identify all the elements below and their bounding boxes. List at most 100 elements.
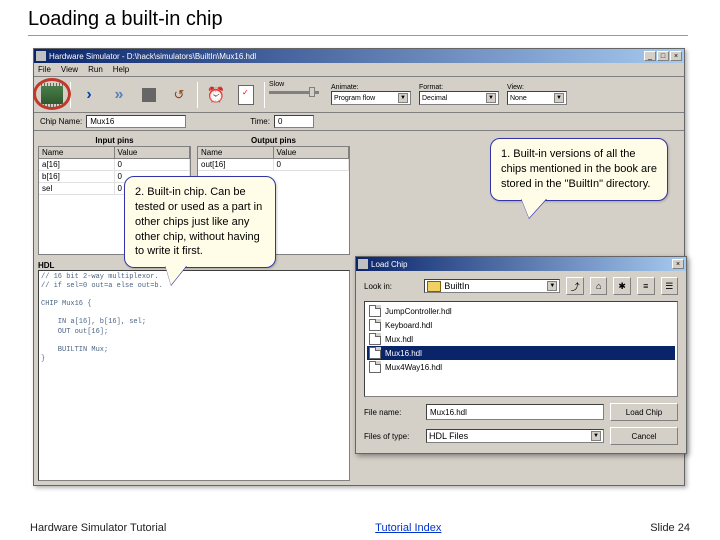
list-item[interactable]: Mux.hdl xyxy=(367,332,675,346)
callout-2: 2. Built-in chip. Can be tested or used … xyxy=(124,176,276,268)
file-icon xyxy=(369,305,381,317)
animate-label: Animate: xyxy=(331,84,411,91)
footer-left: Hardware Simulator Tutorial xyxy=(30,522,166,534)
list-item[interactable]: JumpController.hdl xyxy=(367,304,675,318)
filename-label: File name: xyxy=(364,408,420,417)
pin-name: a[16] xyxy=(39,159,115,170)
load-chip-confirm-button[interactable]: Load Chip xyxy=(610,403,678,421)
single-step-button[interactable]: › xyxy=(75,81,103,109)
stop-button[interactable] xyxy=(135,81,163,109)
view-combo[interactable]: None▼ xyxy=(507,91,567,105)
filetype-combo[interactable]: HDL Files▼ xyxy=(426,429,604,443)
chevron-icon: › xyxy=(80,87,98,103)
minimize-button[interactable]: _ xyxy=(644,51,656,61)
input-pins-header: Input pins xyxy=(38,135,191,146)
chevron-down-icon: ▼ xyxy=(486,93,496,103)
pin-value: 0 xyxy=(274,159,350,170)
chevron-down-icon: ▼ xyxy=(398,93,408,103)
filename-input[interactable]: Mux16.hdl xyxy=(426,404,604,420)
hdl-section: HDL // 16 bit 2-way multiplexor. // if s… xyxy=(38,261,350,481)
toolbar-sep xyxy=(197,82,198,108)
menu-run[interactable]: Run xyxy=(88,65,103,74)
animate-value: Program flow xyxy=(334,95,375,102)
lookin-label: Look in: xyxy=(364,282,418,291)
file-name: Mux.hdl xyxy=(385,335,413,344)
new-folder-button[interactable]: ✱ xyxy=(613,277,631,295)
toolbar-sep xyxy=(264,82,265,108)
file-name: Keyboard.hdl xyxy=(385,321,432,330)
load-chip-dialog: Load Chip × Look in: BuiltIn ▼ ⤴ ⌂ ✱ ≡ ☰… xyxy=(355,256,687,454)
filename-value: Mux16.hdl xyxy=(430,408,467,417)
view-group: View: None▼ xyxy=(507,84,567,105)
tick-button[interactable]: ⏰ xyxy=(202,81,230,109)
title-underline xyxy=(28,35,688,36)
stop-icon xyxy=(142,88,156,102)
dialog-close-button[interactable]: × xyxy=(672,259,684,269)
filename-row: File name: Mux16.hdl Load Chip xyxy=(364,403,678,421)
output-pins-header: Output pins xyxy=(197,135,350,146)
name-col: Name xyxy=(39,147,115,158)
lookin-combo[interactable]: BuiltIn ▼ xyxy=(424,279,560,293)
file-list[interactable]: JumpController.hdl Keyboard.hdl Mux.hdl … xyxy=(364,301,678,397)
folder-icon xyxy=(427,281,441,292)
pin-name: sel xyxy=(39,183,115,194)
time-value: 0 xyxy=(278,117,282,126)
clock-icon: ⏰ xyxy=(206,85,226,105)
load-chip-button[interactable] xyxy=(38,81,66,109)
menu-view[interactable]: View xyxy=(61,65,78,74)
up-folder-button[interactable]: ⤴ xyxy=(566,277,584,295)
view-value: None xyxy=(510,95,527,102)
pins-thead: Name Value xyxy=(198,147,349,159)
cancel-button[interactable]: Cancel xyxy=(610,427,678,445)
menubar: File View Run Help xyxy=(34,63,684,77)
file-name: Mux4Way16.hdl xyxy=(385,363,442,372)
format-combo[interactable]: Decimal ▼ xyxy=(419,91,499,105)
format-value: Decimal xyxy=(422,95,447,102)
menu-file[interactable]: File xyxy=(38,65,51,74)
callout-1: 1. Built-in versions of all the chips me… xyxy=(490,138,668,201)
close-button[interactable]: × xyxy=(670,51,682,61)
tutorial-index-link[interactable]: Tutorial Index xyxy=(375,522,441,534)
list-item[interactable]: Mux4Way16.hdl xyxy=(367,360,675,374)
speed-slider-box: Slow xyxy=(269,81,329,109)
run-button[interactable]: » xyxy=(105,81,133,109)
dialog-icon xyxy=(358,259,368,269)
lookin-value: BuiltIn xyxy=(444,281,469,291)
list-view-button[interactable]: ≡ xyxy=(637,277,655,295)
chip-name-field: Mux16 xyxy=(86,115,186,128)
pins-thead: Name Value xyxy=(39,147,190,159)
chevron-down-icon: ▼ xyxy=(591,431,601,441)
value-col: Value xyxy=(274,147,350,158)
animate-combo[interactable]: Program flow ▼ xyxy=(331,91,411,105)
reset-icon: ↺ xyxy=(170,86,188,104)
filetype-label: Files of type: xyxy=(364,432,420,441)
slide-title: Loading a built-in chip xyxy=(0,0,720,35)
table-row: out[16]0 xyxy=(198,159,349,171)
view-label: View: xyxy=(507,84,567,91)
dialog-titlebar: Load Chip × xyxy=(356,257,686,271)
home-button[interactable]: ⌂ xyxy=(590,277,608,295)
eval-button[interactable] xyxy=(232,81,260,109)
infobar: Chip Name: Mux16 Time: 0 xyxy=(34,113,684,131)
list-item-selected[interactable]: Mux16.hdl xyxy=(367,346,675,360)
pin-value[interactable]: 0 xyxy=(115,159,191,170)
eval-icon xyxy=(238,85,254,105)
time-label: Time: xyxy=(250,117,270,126)
maximize-button[interactable]: □ xyxy=(657,51,669,61)
speed-slider[interactable] xyxy=(269,91,319,94)
details-view-button[interactable]: ☰ xyxy=(661,277,679,295)
file-icon xyxy=(369,347,381,359)
list-item[interactable]: Keyboard.hdl xyxy=(367,318,675,332)
slider-thumb[interactable] xyxy=(309,87,315,97)
format-group: Format: Decimal▼ xyxy=(419,84,499,105)
reset-button[interactable]: ↺ xyxy=(165,81,193,109)
toolbar-sep xyxy=(70,82,71,108)
file-icon xyxy=(369,319,381,331)
lookin-row: Look in: BuiltIn ▼ ⤴ ⌂ ✱ ≡ ☰ xyxy=(364,277,678,295)
footer-right: Slide 24 xyxy=(650,522,690,534)
file-name: JumpController.hdl xyxy=(385,307,452,316)
app-icon xyxy=(36,51,46,61)
window-titlebar: Hardware Simulator - D:\hack\simulators\… xyxy=(34,49,684,63)
time-field: 0 xyxy=(274,115,314,128)
menu-help[interactable]: Help xyxy=(113,65,129,74)
